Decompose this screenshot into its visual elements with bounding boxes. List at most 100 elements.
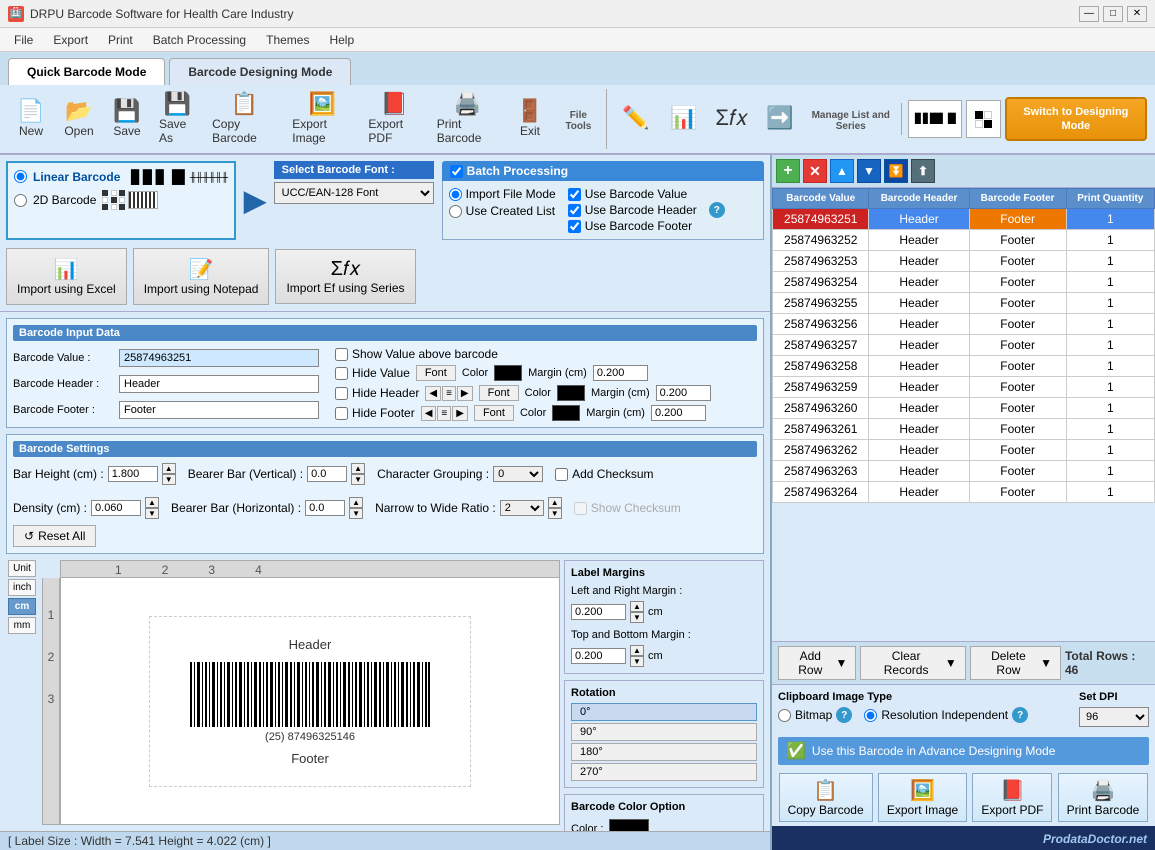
- left-right-margin-input[interactable]: [571, 604, 626, 620]
- density-down[interactable]: ▼: [145, 508, 159, 519]
- delete-row-footer-btn[interactable]: Delete Row ▼: [970, 646, 1061, 680]
- clear-records-btn[interactable]: Clear Records ▼: [860, 646, 965, 680]
- table-row[interactable]: 25874963252HeaderFooter1: [773, 230, 1155, 251]
- tb-margin-down[interactable]: ▼: [630, 656, 644, 667]
- footer-font-button[interactable]: Font: [474, 405, 514, 421]
- density-up[interactable]: ▲: [145, 497, 159, 508]
- tab-quick-barcode[interactable]: Quick Barcode Mode: [8, 58, 165, 85]
- res-help-icon[interactable]: ?: [1012, 707, 1028, 723]
- show-value-checkbox[interactable]: [335, 348, 348, 361]
- use-created-list-radio[interactable]: [449, 205, 462, 218]
- tab-designing-mode[interactable]: Barcode Designing Mode: [169, 58, 351, 85]
- new-button[interactable]: 📄 New: [8, 96, 54, 142]
- print-barcode-button[interactable]: 🖨️ Print Barcode: [430, 89, 505, 149]
- bar-height-input[interactable]: [108, 466, 158, 482]
- table-row[interactable]: 25874963264HeaderFooter1: [773, 482, 1155, 503]
- hide-value-check[interactable]: Hide Value: [335, 366, 410, 380]
- table-row[interactable]: 25874963261HeaderFooter1: [773, 419, 1155, 440]
- show-value-above-check[interactable]: Show Value above barcode: [335, 347, 757, 361]
- import-file-mode-option[interactable]: Import File Mode: [449, 187, 556, 201]
- tb-margin-up[interactable]: ▲: [630, 645, 644, 656]
- import-series-button[interactable]: Σ𝑓𝑥 Import Ef using Series: [275, 249, 415, 304]
- hide-footer-check[interactable]: Hide Footer: [335, 406, 415, 420]
- table-row[interactable]: 25874963256HeaderFooter1: [773, 314, 1155, 335]
- hide-header-checkbox[interactable]: [335, 387, 348, 400]
- copy-barcode-action-btn[interactable]: 📋 Copy Barcode: [779, 773, 873, 822]
- footer-align-left[interactable]: ◀: [421, 406, 437, 421]
- narrow-wide-up[interactable]: ▲: [548, 497, 562, 508]
- table-row[interactable]: 25874963259HeaderFooter1: [773, 377, 1155, 398]
- move-bottom-btn[interactable]: ⏬: [884, 159, 908, 183]
- table-row[interactable]: 25874963258HeaderFooter1: [773, 356, 1155, 377]
- bar-height-down[interactable]: ▼: [162, 474, 176, 485]
- table-row[interactable]: 25874963262HeaderFooter1: [773, 440, 1155, 461]
- maximize-button[interactable]: □: [1103, 6, 1123, 22]
- bearer-v-up[interactable]: ▲: [351, 463, 365, 474]
- menu-themes[interactable]: Themes: [256, 31, 319, 49]
- barcode-footer-checkbox[interactable]: [568, 220, 581, 233]
- close-button[interactable]: ✕: [1127, 6, 1147, 22]
- barcode-header-input[interactable]: [119, 375, 319, 393]
- batch-processing-checkbox[interactable]: [450, 165, 463, 178]
- export-table-btn[interactable]: ⬆: [911, 159, 935, 183]
- header-align-left[interactable]: ◀: [425, 386, 441, 401]
- inch-button[interactable]: inch: [8, 579, 36, 596]
- header-font-button[interactable]: Font: [479, 385, 519, 401]
- unit-button[interactable]: Unit: [8, 560, 36, 577]
- char-grouping-select[interactable]: 012: [493, 466, 543, 482]
- lr-margin-up[interactable]: ▲: [630, 601, 644, 612]
- manage-list-btn4[interactable]: ➡️: [757, 103, 803, 135]
- save-as-button[interactable]: 💾 Save As: [152, 89, 203, 149]
- lr-margin-down[interactable]: ▼: [630, 612, 644, 623]
- barcode-header-checkbox[interactable]: [568, 204, 581, 217]
- bearer-v-input[interactable]: [307, 466, 347, 482]
- table-row[interactable]: 25874963255HeaderFooter1: [773, 293, 1155, 314]
- menu-print[interactable]: Print: [98, 31, 143, 49]
- export-image-button[interactable]: 🖼️ Export Image: [285, 89, 359, 149]
- add-checksum-checkbox[interactable]: [555, 468, 568, 481]
- bearer-h-down[interactable]: ▼: [349, 508, 363, 519]
- table-row[interactable]: 25874963257HeaderFooter1: [773, 335, 1155, 356]
- menu-file[interactable]: File: [4, 31, 43, 49]
- add-row-btn[interactable]: +: [776, 159, 800, 183]
- print-barcode-action-btn[interactable]: 🖨️ Print Barcode: [1058, 773, 1149, 822]
- reset-all-button[interactable]: ↺ Reset All: [13, 525, 96, 547]
- save-button[interactable]: 💾 Save: [104, 96, 150, 142]
- bitmap-option[interactable]: Bitmap ?: [778, 707, 852, 723]
- bearer-h-up[interactable]: ▲: [349, 497, 363, 508]
- table-row[interactable]: 25874963254HeaderFooter1: [773, 272, 1155, 293]
- open-button[interactable]: 📂 Open: [56, 96, 102, 142]
- barcode-footer-input[interactable]: [119, 401, 319, 419]
- hide-header-check[interactable]: Hide Header: [335, 386, 419, 400]
- rotation-0-button[interactable]: 0°: [571, 703, 757, 721]
- footer-margin-input[interactable]: [651, 405, 706, 421]
- add-row-footer-btn[interactable]: Add Row ▼: [778, 646, 856, 680]
- use-barcode-footer-check[interactable]: Use Barcode Footer: [568, 219, 697, 233]
- hide-value-checkbox[interactable]: [335, 367, 348, 380]
- copy-barcode-button[interactable]: 📋 Copy Barcode: [205, 89, 283, 149]
- color-swatch-1[interactable]: [494, 365, 522, 381]
- menu-export[interactable]: Export: [43, 31, 98, 49]
- linear-barcode-radio[interactable]: [14, 170, 27, 183]
- use-barcode-header-check[interactable]: Use Barcode Header: [568, 203, 697, 217]
- use-barcode-value-check[interactable]: Use Barcode Value: [568, 187, 697, 201]
- table-row[interactable]: 25874963260HeaderFooter1: [773, 398, 1155, 419]
- table-row[interactable]: 25874963253HeaderFooter1: [773, 251, 1155, 272]
- export-pdf-action-btn[interactable]: 📕 Export PDF: [972, 773, 1052, 822]
- show-checksum-check[interactable]: Show Checksum: [574, 501, 681, 515]
- font-select-dropdown[interactable]: UCC/EAN-128 Font: [274, 182, 434, 204]
- move-down-btn[interactable]: ▼: [857, 159, 881, 183]
- cm-button[interactable]: cm: [8, 598, 36, 615]
- 2d-barcode-radio[interactable]: [14, 194, 27, 207]
- move-up-btn[interactable]: ▲: [830, 159, 854, 183]
- exit-button[interactable]: 🚪 Exit: [507, 96, 553, 142]
- top-bottom-margin-input[interactable]: [571, 648, 626, 664]
- res-independent-option[interactable]: Resolution Independent ?: [864, 707, 1028, 723]
- dpi-select[interactable]: 96: [1079, 707, 1149, 727]
- value-font-button[interactable]: Font: [416, 365, 456, 381]
- delete-row-btn[interactable]: ✕: [803, 159, 827, 183]
- bar-height-up[interactable]: ▲: [162, 463, 176, 474]
- barcode-color-swatch[interactable]: [609, 819, 649, 831]
- export-image-action-btn[interactable]: 🖼️ Export Image: [878, 773, 967, 822]
- menu-batch[interactable]: Batch Processing: [143, 31, 256, 49]
